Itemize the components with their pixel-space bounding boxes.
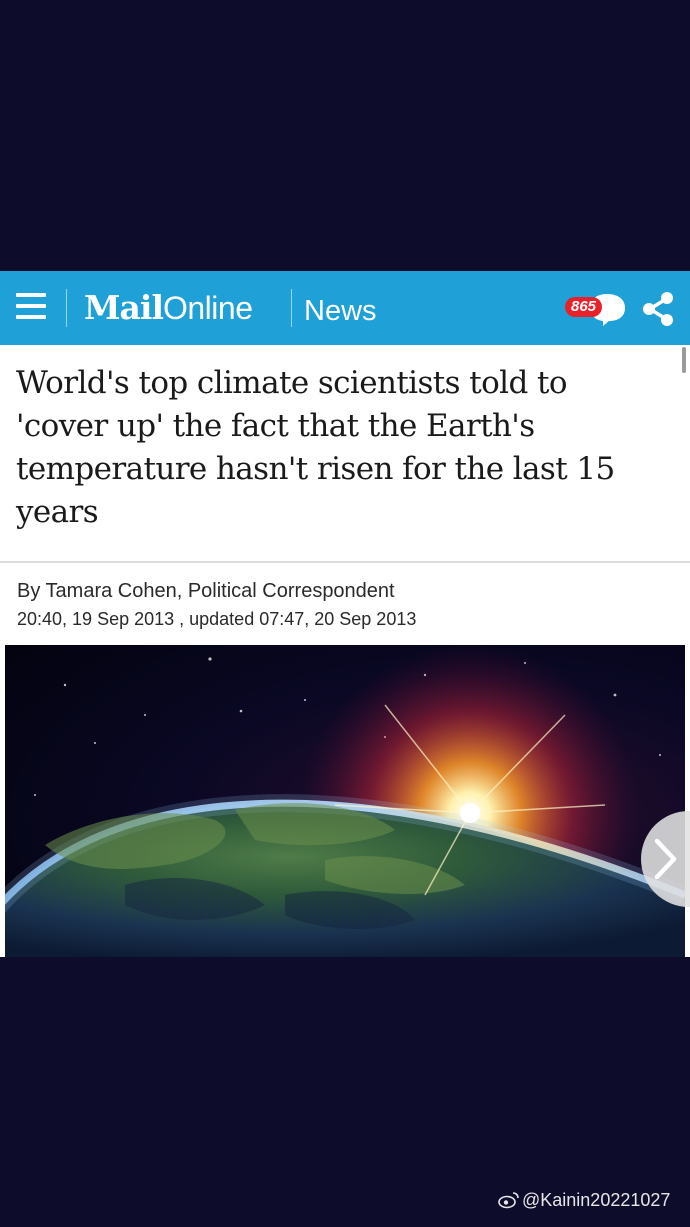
article-headline: World's top climate scientists told to '… [16, 365, 615, 530]
hero-image-earth-sunrise[interactable] [5, 645, 685, 957]
hamburger-menu-icon[interactable] [16, 292, 50, 324]
watermark: @Kainin20221027 [498, 1190, 670, 1211]
chevron-right-icon [654, 838, 677, 880]
logo-online-text: Online [162, 290, 253, 326]
weibo-icon [498, 1192, 519, 1209]
scrollbar-thumb[interactable] [682, 347, 686, 373]
phone-screen: MailOnline News 865 World's top climate … [0, 271, 690, 957]
nav-separator [291, 289, 292, 327]
nav-separator [66, 289, 67, 327]
comments-button[interactable]: 865 [563, 291, 627, 327]
article-byline: By Tamara Cohen, Political Correspondent [17, 580, 395, 602]
mailonline-logo[interactable]: MailOnline [84, 288, 253, 328]
headline-divider [0, 561, 690, 563]
logo-mail-text: Mail [84, 288, 164, 327]
top-navigation-bar: MailOnline News 865 [0, 271, 690, 345]
section-link-news[interactable]: News [304, 295, 377, 328]
share-icon[interactable] [640, 291, 676, 327]
watermark-text: @Kainin20221027 [522, 1190, 671, 1210]
comment-count-badge: 865 [565, 297, 603, 317]
earth-from-space-image [5, 645, 685, 957]
next-image-button[interactable] [641, 811, 690, 907]
article-dateline: 20:40, 19 Sep 2013 , updated 07:47, 20 S… [17, 609, 417, 629]
